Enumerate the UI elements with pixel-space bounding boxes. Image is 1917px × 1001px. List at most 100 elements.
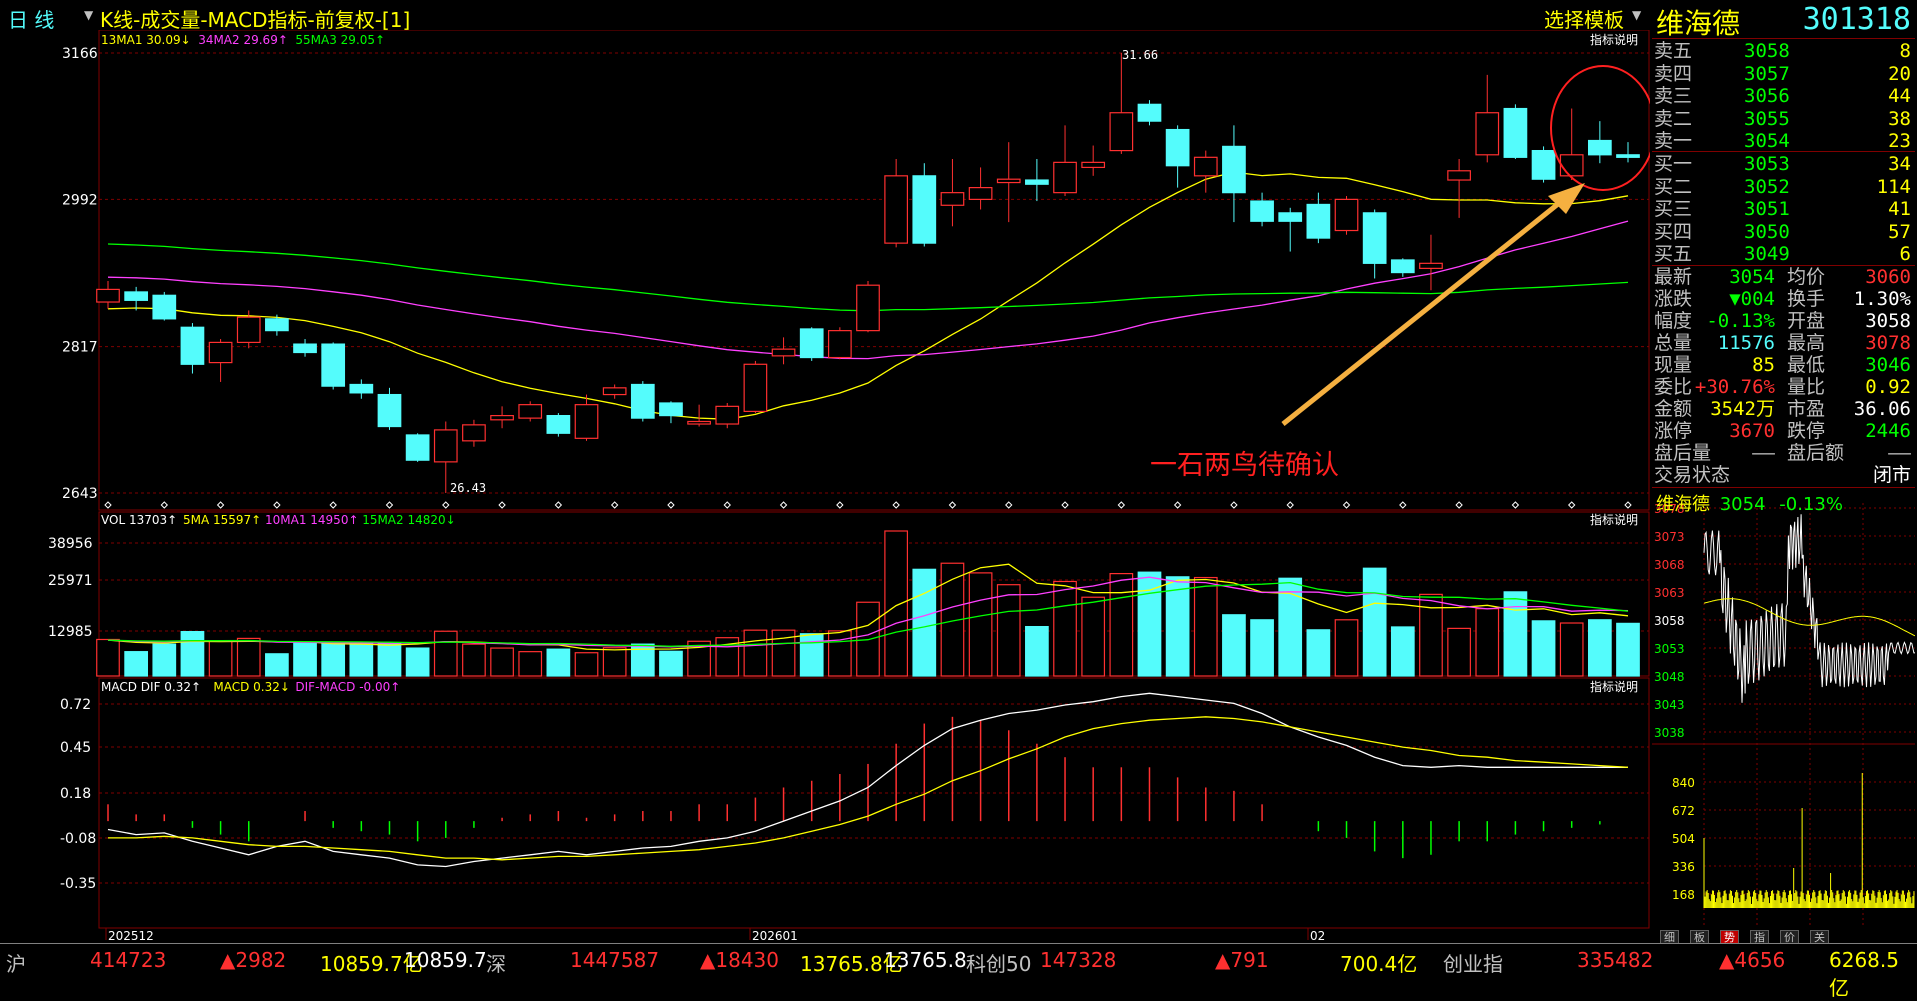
price-axis-label: 2643 — [62, 486, 98, 502]
price-axis-label: 2817 — [62, 340, 98, 356]
period-selector[interactable]: 日 线 — [8, 4, 54, 33]
volume-bar — [1447, 627, 1471, 677]
ask-row[interactable]: 卖三 3056 44 — [1652, 85, 1915, 107]
quote-value: -0.13% — [1706, 310, 1775, 332]
volume-bar — [490, 647, 514, 677]
quote-label: 委比 — [1654, 376, 1693, 398]
ask-label: 卖二 — [1654, 107, 1693, 130]
legend-item: 5MA 15597↑ — [183, 513, 261, 527]
quote-label: 盘后额 — [1787, 442, 1845, 464]
candle-body — [968, 187, 993, 200]
legend-item: 13MA1 30.09↓ — [101, 33, 191, 47]
volume-bar — [405, 647, 430, 677]
quote-label: 市盈 — [1787, 398, 1826, 420]
legend-item: DIF-MACD -0.00↑ — [295, 680, 400, 694]
quote-label: 量比 — [1787, 376, 1826, 398]
ask-price: 3055 — [1744, 107, 1790, 130]
quote-value: 11576 — [1717, 332, 1775, 354]
bid-label: 买三 — [1654, 198, 1693, 220]
volume-axis-label: 38956 — [48, 536, 93, 552]
bid-row[interactable]: 买三 3051 41 — [1652, 198, 1915, 220]
low-price-label: 26.43 — [450, 481, 486, 495]
bid-volume: 34 — [1888, 153, 1911, 175]
volume-bar — [968, 572, 993, 677]
candle-body — [1475, 112, 1500, 156]
quote-label: 开盘 — [1787, 310, 1826, 332]
bid-label: 买一 — [1654, 153, 1693, 175]
candle-body — [1137, 103, 1162, 122]
vol-help-label[interactable]: 指标说明 — [1590, 512, 1638, 527]
quote-label: 均价 — [1787, 266, 1826, 288]
ask-label: 卖三 — [1654, 85, 1693, 107]
trade-status-label: 交易状态 — [1654, 464, 1731, 486]
trade-status-value: 闭市 — [1872, 464, 1911, 486]
candle-body — [1587, 139, 1612, 156]
index-amount: 6268.5亿 — [1829, 948, 1899, 1000]
bid-row[interactable]: 买五 3049 6 — [1652, 243, 1915, 265]
ask-row[interactable]: 卖二 3055 38 — [1652, 108, 1915, 130]
intraday-vol-label: 168 — [1672, 888, 1695, 902]
candle-body — [799, 328, 824, 359]
candle-body — [1025, 179, 1049, 185]
quote-label: 现量 — [1654, 354, 1693, 376]
ask-row[interactable]: 卖一 3054 23 — [1652, 130, 1915, 152]
candle-body — [518, 404, 543, 419]
quote-value: 2446 — [1865, 420, 1911, 442]
quote-value: 85 — [1752, 354, 1775, 376]
bid-volume: 6 — [1899, 243, 1911, 265]
main-help-label[interactable]: 指标说明 — [1590, 32, 1638, 47]
date-label: 02 — [1310, 929, 1325, 943]
candle-body — [433, 429, 458, 463]
index-change: ▲4656 — [1719, 948, 1786, 972]
intraday-price-label: 3073 — [1654, 530, 1685, 544]
candle-body — [1081, 161, 1106, 169]
ask-row[interactable]: 卖五 3058 8 — [1652, 40, 1915, 62]
quote-value: —— — [1752, 442, 1775, 464]
candle-body — [96, 288, 120, 303]
candle-body — [659, 402, 683, 417]
volume-bar — [1193, 576, 1218, 677]
volume-bar — [349, 642, 374, 677]
quote-panel: 维海德 301318 卖五 3058 8 卖四 3057 20 卖三 3056 44… — [1652, 0, 1917, 940]
quote-row: 委比 +30.76% 量比 0.92 — [1652, 376, 1915, 398]
macd-axis-label: 0.18 — [60, 786, 91, 802]
bid-row[interactable]: 买一 3053 34 — [1652, 153, 1915, 175]
candle-body — [490, 415, 514, 421]
volume-bar — [518, 651, 543, 677]
kline-chart-area[interactable]: 一石两鸟待确认 31.66 26.43 13MA1 30.09↓ 34MA2 29… — [0, 0, 1650, 943]
candle-body — [1334, 198, 1359, 232]
quote-label: 跌停 — [1787, 420, 1826, 442]
volume-bar — [96, 638, 120, 677]
chevron-down-icon[interactable]: ▼ — [1632, 8, 1641, 22]
intraday-vol-label: 672 — [1672, 804, 1695, 818]
volume-bar — [321, 641, 346, 677]
candle-body — [827, 330, 852, 359]
candle-body — [1278, 212, 1303, 222]
ask-row[interactable]: 卖四 3057 20 — [1652, 63, 1915, 85]
candle-body — [1419, 262, 1443, 269]
candle-body — [1109, 112, 1134, 152]
bid-row[interactable]: 买二 3052 114 — [1652, 176, 1915, 198]
candle-body — [743, 363, 768, 412]
intraday-chart[interactable]: 3078307330683063305830533048304330388406… — [1652, 488, 1915, 928]
volume-bar — [1306, 629, 1331, 677]
quote-value: 3542万 — [1710, 398, 1775, 420]
volume-bar — [462, 643, 486, 677]
price-axis-label: 3166 — [62, 46, 98, 62]
date-label: 202512 — [108, 929, 154, 943]
candle-body — [1165, 128, 1190, 167]
bid-row[interactable]: 买四 3050 57 — [1652, 221, 1915, 243]
candle-body — [884, 175, 909, 244]
quote-value: +30.76% — [1694, 376, 1775, 398]
legend-item: MACD DIF 0.32↑ — [101, 680, 201, 694]
quote-value: 3046 — [1865, 354, 1911, 376]
ask-price: 3054 — [1744, 130, 1790, 152]
chevron-down-icon[interactable]: ▼ — [84, 8, 93, 22]
macd-help-label[interactable]: 指标说明 — [1590, 679, 1638, 694]
template-button[interactable]: 选择模板 — [1544, 4, 1624, 33]
volume-bar — [1616, 622, 1640, 677]
ask-label: 卖一 — [1654, 130, 1693, 152]
intraday-change: -0.13% — [1779, 494, 1843, 515]
candle-body — [630, 383, 655, 419]
volume-bar — [602, 647, 627, 677]
